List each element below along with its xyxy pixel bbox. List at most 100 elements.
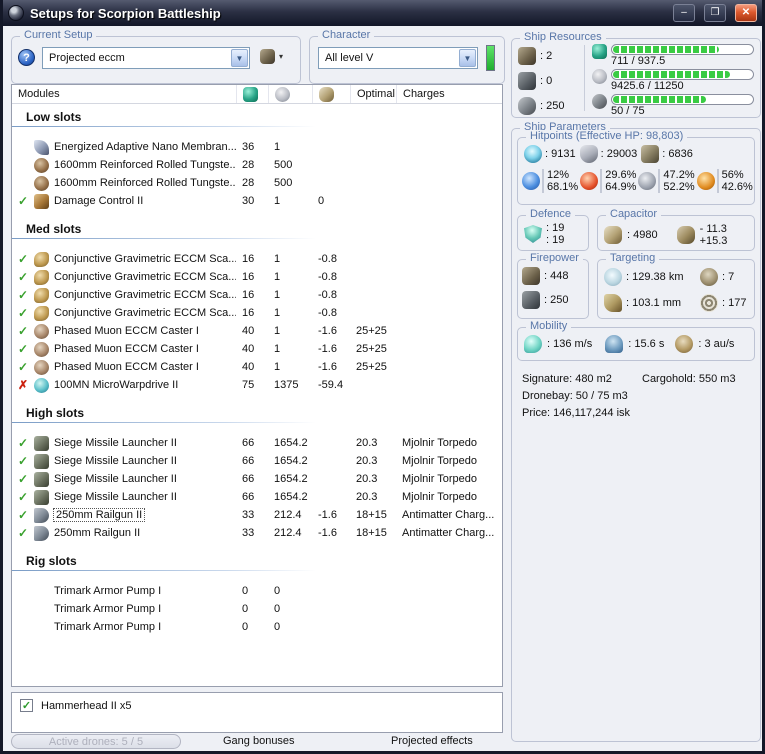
turret-icon (518, 47, 536, 65)
module-row[interactable]: Trimark Armor Pump I 0 0 (12, 582, 502, 600)
module-name: Conjunctive Gravimetric ECCM Sca... (54, 271, 236, 283)
module-row[interactable]: ✓ Siege Missile Launcher II 66 1654.2 20.3 Mj… (12, 488, 502, 506)
capacitor-recharge: +15.3 (699, 235, 728, 247)
shield-hp: : 9131 (524, 145, 576, 163)
powergrid-value: 1 (274, 141, 281, 153)
module-name: Siege Missile Launcher II (54, 455, 177, 467)
cpu-value: 75 (242, 379, 255, 391)
powergrid-column-header (268, 85, 312, 103)
capacitor-column-header (312, 85, 350, 103)
powergrid-bar (611, 69, 754, 80)
module-row[interactable]: ✓ Siege Missile Launcher II 66 1654.2 20.3 Mj… (12, 452, 502, 470)
charges-value: Mjolnir Torpedo (402, 473, 478, 485)
powergrid-value: 500 (274, 177, 293, 189)
cpu-value: 0 (242, 621, 249, 633)
turret-dps-value: : 448 (544, 270, 569, 282)
module-row[interactable]: ✓ Damage Control II 30 1 0 (12, 192, 502, 210)
powergrid-bar-text: 9425.6 / 11250 (611, 80, 684, 92)
setup-combobox[interactable]: Projected eccm ▼ (42, 47, 250, 69)
module-row[interactable]: ✓ Siege Missile Launcher II 66 1654.2 20.3 Mj… (12, 470, 502, 488)
module-name: 250mm Railgun II (54, 527, 141, 539)
module-row[interactable]: 1600mm Reinforced Rolled Tungste... 28 500 (12, 156, 502, 174)
ship-menu-button[interactable]: ▾ (260, 49, 283, 64)
window-title: Setups for Scorpion Battleship (30, 5, 221, 21)
module-row[interactable]: ✓ Conjunctive Gravimetric ECCM Sca... 16 1 -… (12, 286, 502, 304)
em-resist: 12% 68.1% (522, 169, 578, 193)
rig-calibration-icon (592, 94, 607, 109)
character-combobox[interactable]: All level V ▼ (318, 47, 478, 69)
maximize-button[interactable]: ❐ (704, 4, 726, 22)
drone-list-item[interactable]: ✓ Hammerhead II x5 (12, 693, 502, 712)
minimize-button[interactable]: – (673, 4, 695, 22)
cpu-value: 0 (242, 603, 249, 615)
modules-body: Low slots Energized Adaptive Nano Membran… (12, 110, 502, 636)
cap-value: -59.4 (318, 379, 344, 391)
ship-resources-group: Ship Resources : 2 : 0 : 250 711 / 937.5 (511, 31, 761, 118)
help-icon[interactable]: ? (18, 49, 35, 66)
module-type-icon (34, 305, 49, 321)
capacitor-group: Capacitor : 4980 - 11.3 +15.3 (597, 208, 755, 251)
signature-stat: Signature: 480 m2 (522, 373, 612, 385)
drone-checkbox[interactable]: ✓ (20, 699, 33, 712)
charges-value: Mjolnir Torpedo (402, 455, 478, 467)
powergrid-value: 1654.2 (274, 491, 308, 503)
optimal-value: 25+25 (356, 343, 387, 355)
module-row[interactable]: ✓ Siege Missile Launcher II 66 1654.2 20.3 Mj… (12, 434, 502, 452)
active-check-icon: ✓ (18, 360, 29, 374)
kinetic-icon (638, 172, 657, 190)
powergrid-icon (275, 86, 290, 102)
optimal-value: 20.3 (356, 455, 378, 467)
explosive-icon (696, 172, 715, 190)
module-row[interactable]: ✓ 250mm Railgun II 33 212.4 -1.6 18+15 Antimat… (12, 506, 502, 524)
cpu-value: 16 (242, 253, 255, 265)
scan-resolution: : 103.1 mm (604, 294, 700, 312)
module-row[interactable]: ✓ Phased Muon ECCM Caster I 40 1 -1.6 25+25 (12, 358, 502, 376)
module-row[interactable]: Trimark Armor Pump I 0 0 (12, 618, 502, 636)
cap-value: -0.8 (318, 271, 337, 283)
module-row[interactable]: ✓ Phased Muon ECCM Caster I 40 1 -1.6 25+25 (12, 322, 502, 340)
eft-setups-window: Setups for Scorpion Battleship – ❐ ✕ Cur… (0, 0, 765, 754)
rig-calibration-resource: 50 / 75 (592, 94, 754, 117)
module-type-icon (34, 157, 49, 173)
tab-gang-bonuses[interactable]: Gang bonuses (223, 735, 295, 747)
tab-active-drones[interactable]: Active drones: 5 / 5 (11, 734, 181, 749)
scan-resolution-value: : 103.1 mm (626, 297, 682, 309)
optimal-value: 18+15 (356, 509, 387, 521)
active-check-icon: ✓ (18, 472, 29, 486)
character-label: Character (318, 29, 375, 41)
defence-value-a: : 19 (546, 222, 565, 234)
sensor-strength-icon (700, 294, 718, 312)
module-row[interactable]: ✓ Conjunctive Gravimetric ECCM Sca... 16 1 -… (12, 250, 502, 268)
section-header: Med slots (12, 222, 502, 239)
powergrid-value: 0 (274, 603, 281, 615)
scan-resolution-icon (604, 294, 622, 312)
em-resist-armor: 68.1% (547, 181, 579, 193)
tab-projected-effects[interactable]: Projected effects (391, 735, 473, 747)
cap-value: 0 (318, 195, 325, 207)
module-row[interactable]: ✓ Conjunctive Gravimetric ECCM Sca... 16 1 -… (12, 268, 502, 286)
calibration-value: : 250 (540, 100, 565, 112)
module-row[interactable]: ✓ 250mm Railgun II 33 212.4 -1.6 18+15 Antimat… (12, 524, 502, 542)
module-row[interactable]: Trimark Armor Pump I 0 0 (12, 600, 502, 618)
shield-icon (524, 145, 542, 163)
cpu-value: 33 (242, 527, 255, 539)
cpu-value: 16 (242, 307, 255, 319)
setup-combobox-arrow-icon[interactable]: ▼ (231, 49, 248, 67)
optimal-value: 20.3 (356, 437, 378, 449)
module-type-icon (34, 175, 49, 191)
module-row[interactable]: ✓ Conjunctive Gravimetric ECCM Sca... 16 1 -… (12, 304, 502, 322)
module-row[interactable]: ✓ Phased Muon ECCM Caster I 40 1 -1.6 25+25 (12, 340, 502, 358)
character-combobox-arrow-icon[interactable]: ▼ (459, 49, 476, 67)
module-row[interactable]: Energized Adaptive Nano Membran... 36 1 (12, 138, 502, 156)
module-row[interactable]: ✗ 100MN MicroWarpdrive II 75 1375 -59.4 (12, 376, 502, 394)
section-header: Rig slots (12, 554, 502, 571)
em-resist-shield: 12% (547, 169, 570, 181)
cap-value: -1.6 (318, 509, 337, 521)
close-button[interactable]: ✕ (735, 4, 757, 22)
thermal-resist-armor: 64.9% (605, 181, 637, 193)
modules-column-header: Modules (18, 88, 60, 100)
price-stat: Price: 146,117,244 isk (522, 407, 631, 419)
cap-value: -1.6 (318, 361, 337, 373)
title-bar[interactable]: Setups for Scorpion Battleship – ❐ ✕ (3, 0, 762, 26)
module-row[interactable]: 1600mm Reinforced Rolled Tungste... 28 500 (12, 174, 502, 192)
